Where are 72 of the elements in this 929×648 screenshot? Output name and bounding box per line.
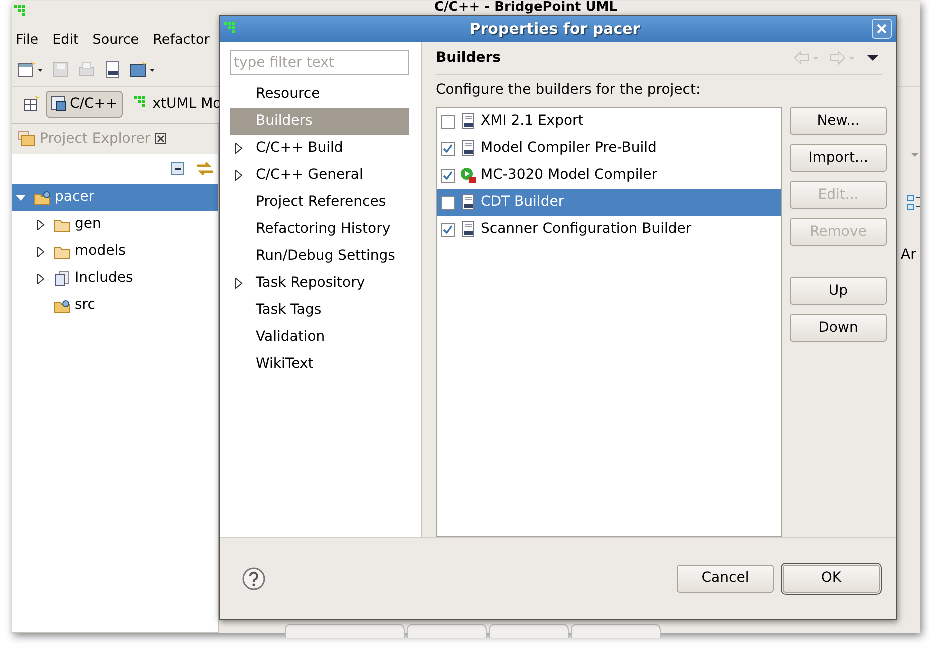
project-folder-icon: [34, 190, 51, 206]
collapsed-arrow-icon[interactable]: [36, 246, 46, 256]
collapse-all-icon[interactable]: [170, 161, 186, 177]
tree-item[interactable]: pacer: [12, 184, 218, 211]
tree-item[interactable]: src: [12, 292, 218, 319]
help-icon[interactable]: [242, 566, 266, 590]
nav-item[interactable]: WikiText: [230, 351, 409, 378]
menu-item[interactable]: Refactor: [153, 30, 210, 50]
binary-file-icon: [460, 221, 476, 238]
action-button[interactable]: Down: [790, 314, 887, 342]
open-perspective-icon[interactable]: [24, 96, 40, 112]
close-icon: [877, 24, 887, 34]
nav-item[interactable]: Resource: [230, 81, 409, 108]
nav-item[interactable]: Project References: [230, 189, 409, 216]
close-icon[interactable]: [154, 133, 167, 145]
builder-item[interactable]: MC-3020 Model Compiler: [437, 162, 781, 189]
close-button[interactable]: [872, 19, 892, 39]
checkbox[interactable]: [441, 222, 455, 236]
builder-item[interactable]: XMI 2.1 Export: [437, 108, 781, 135]
binary-file-icon[interactable]: [104, 60, 122, 78]
nav-item[interactable]: Validation: [230, 324, 409, 351]
nav-item[interactable]: C/C++ Build: [230, 135, 409, 162]
new-class-icon[interactable]: [130, 60, 158, 78]
collapsed-arrow-icon[interactable]: [36, 220, 46, 230]
expand-arrow-icon[interactable]: [234, 278, 244, 289]
action-button[interactable]: Import...: [790, 144, 887, 172]
new-file-icon[interactable]: [18, 60, 44, 78]
checkbox[interactable]: [441, 196, 455, 210]
checkbox[interactable]: [441, 142, 455, 156]
menu-item[interactable]: Source: [92, 30, 140, 50]
includes-icon: [54, 270, 71, 286]
c-project-icon: [51, 96, 67, 112]
ok-button[interactable]: OK: [783, 564, 880, 592]
app-logo-icon: [14, 5, 28, 19]
app-logo-icon: [224, 22, 238, 36]
description-text: Configure the builders for the project:: [436, 81, 702, 100]
tree-item[interactable]: Includes: [12, 265, 218, 292]
nav-item[interactable]: Refactoring History: [230, 216, 409, 243]
nav-item[interactable]: C/C++ General: [230, 162, 409, 189]
tree-item[interactable]: models: [12, 238, 218, 265]
tree-item[interactable]: gen: [12, 211, 218, 238]
expand-arrow-icon[interactable]: [234, 170, 244, 181]
binary-file-icon: [460, 140, 476, 157]
cancel-button[interactable]: Cancel: [677, 564, 774, 592]
window-title: C/C++ - BridgePoint UML: [434, 1, 618, 14]
expand-arrow-icon[interactable]: [234, 143, 244, 154]
checkbox[interactable]: [441, 114, 455, 128]
link-arrows-icon[interactable]: [196, 161, 214, 177]
builder-item[interactable]: Model Compiler Pre-Build: [437, 135, 781, 162]
nav-item[interactable]: Run/Debug Settings: [230, 243, 409, 270]
perspective-button[interactable]: C/C++: [46, 90, 123, 118]
checkbox[interactable]: [441, 168, 455, 182]
collapsed-arrow-icon[interactable]: [36, 274, 46, 284]
action-button[interactable]: New...: [790, 107, 887, 135]
nav-item[interactable]: Task Tags: [230, 297, 409, 324]
page-title: Builders: [436, 48, 502, 68]
menu-dropdown-icon[interactable]: [866, 53, 880, 63]
binary-file-icon: [460, 113, 476, 130]
binary-file-icon: [460, 194, 476, 211]
builder-item[interactable]: Scanner Configuration Builder: [437, 216, 781, 243]
run-icon: [460, 167, 476, 184]
panel-text: Ar: [900, 246, 916, 265]
nav-item[interactable]: Task Repository: [230, 270, 409, 297]
folders-icon: [18, 131, 36, 147]
source-folder-icon: [54, 298, 71, 314]
menu-item[interactable]: Edit: [52, 30, 79, 50]
menu-item[interactable]: File: [16, 30, 39, 50]
builder-item[interactable]: CDT Builder: [437, 189, 781, 216]
filter-field[interactable]: type filter text: [230, 50, 409, 75]
dialog-title: Properties for pacer: [468, 18, 642, 40]
expanded-arrow-icon[interactable]: [16, 192, 26, 202]
action-button[interactable]: Up: [790, 277, 887, 305]
